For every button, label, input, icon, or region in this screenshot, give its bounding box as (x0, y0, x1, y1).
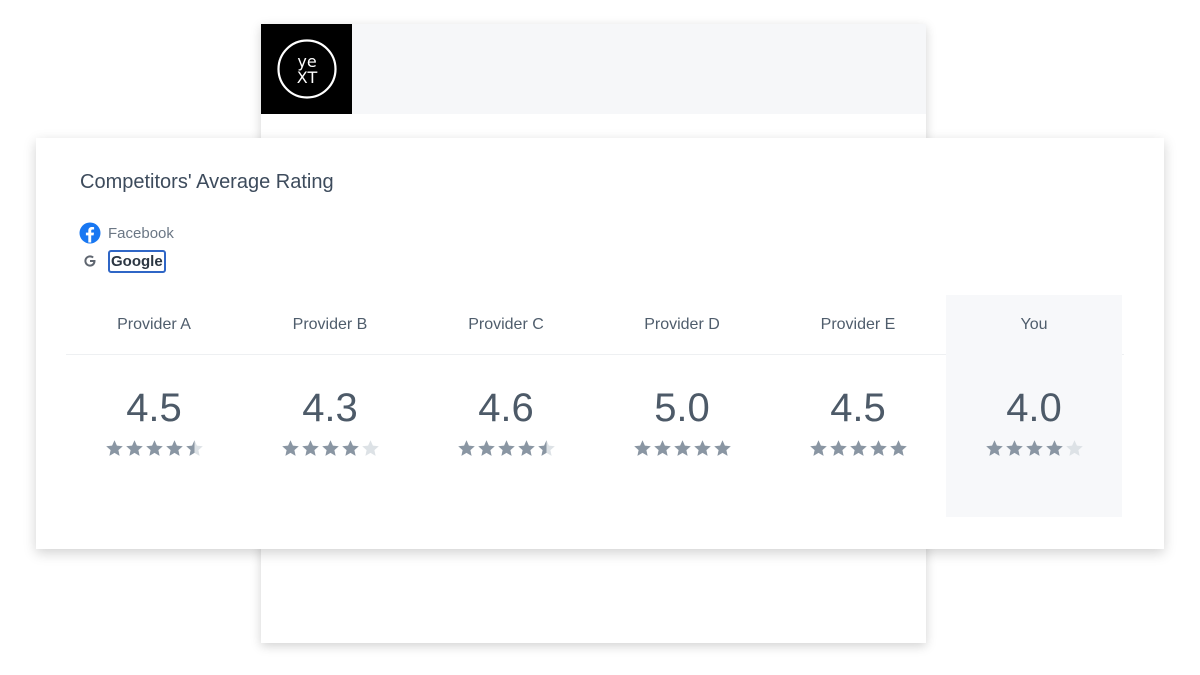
column-header: Provider B (292, 316, 368, 333)
star-filled-icon (869, 440, 887, 456)
star-filled-icon (1025, 440, 1043, 456)
star-filled-icon (517, 440, 535, 456)
average-rating-value: 4.6 (478, 386, 534, 430)
yext-logo: ye XT (261, 24, 352, 114)
rating-column-you: You 4.0 (946, 295, 1122, 517)
star-half-icon (537, 440, 555, 456)
star-rating (946, 439, 1122, 458)
facebook-icon (79, 222, 101, 244)
average-rating-value: 4.5 (126, 386, 182, 430)
rating-column-provider-a: Provider A 4.5 (66, 295, 242, 517)
star-filled-icon (105, 440, 123, 456)
star-filled-icon (849, 440, 867, 456)
star-filled-icon (985, 440, 1003, 456)
column-header: Provider D (644, 316, 720, 333)
star-empty-icon (1065, 440, 1083, 456)
yext-logo-icon: ye XT (276, 39, 337, 99)
star-filled-icon (125, 440, 143, 456)
star-filled-icon (165, 440, 183, 456)
star-rating (66, 439, 242, 458)
star-filled-icon (693, 440, 711, 456)
star-rating (418, 439, 594, 458)
column-header: Provider E (820, 316, 896, 333)
average-rating-value: 4.0 (1006, 386, 1062, 430)
column-header: Provider A (117, 316, 191, 333)
background-page-header (261, 24, 926, 114)
source-label-google: Google (108, 249, 166, 273)
star-rating (770, 439, 946, 458)
rating-column-provider-d: Provider D 5.0 (594, 295, 770, 517)
star-filled-icon (145, 440, 163, 456)
star-filled-icon (633, 440, 651, 456)
star-filled-icon (713, 440, 731, 456)
source-facebook[interactable]: Facebook (79, 219, 174, 247)
logo-text-bottom: XT (296, 68, 317, 87)
star-filled-icon (457, 440, 475, 456)
column-header: You (1020, 316, 1048, 333)
average-rating-value: 5.0 (654, 386, 710, 430)
competitors-rating-card: Competitors' Average Rating Facebook Goo… (36, 138, 1164, 549)
rating-column-provider-b: Provider B 4.3 (242, 295, 418, 517)
star-filled-icon (301, 440, 319, 456)
star-filled-icon (1045, 440, 1063, 456)
star-filled-icon (497, 440, 515, 456)
star-filled-icon (829, 440, 847, 456)
star-half-icon (185, 440, 203, 456)
star-filled-icon (321, 440, 339, 456)
star-filled-icon (889, 440, 907, 456)
google-icon (79, 250, 101, 272)
average-rating-value: 4.5 (830, 386, 886, 430)
review-source-list: Facebook Google (79, 219, 174, 275)
rating-column-provider-e: Provider E 4.5 (770, 295, 946, 517)
star-filled-icon (477, 440, 495, 456)
star-rating (594, 439, 770, 458)
source-google[interactable]: Google (79, 247, 174, 275)
source-label-facebook: Facebook (108, 224, 174, 242)
rating-column-provider-c: Provider C 4.6 (418, 295, 594, 517)
star-rating (242, 439, 418, 458)
star-filled-icon (341, 440, 359, 456)
average-rating-value: 4.3 (302, 386, 358, 430)
card-title: Competitors' Average Rating (80, 171, 334, 193)
star-empty-icon (361, 440, 379, 456)
ratings-grid: Provider A 4.5 Provider B 4.3 Provider C 4.6 P… (66, 295, 1124, 517)
column-header: Provider C (468, 316, 544, 333)
star-filled-icon (653, 440, 671, 456)
star-filled-icon (673, 440, 691, 456)
star-filled-icon (809, 440, 827, 456)
star-filled-icon (1005, 440, 1023, 456)
star-filled-icon (281, 440, 299, 456)
